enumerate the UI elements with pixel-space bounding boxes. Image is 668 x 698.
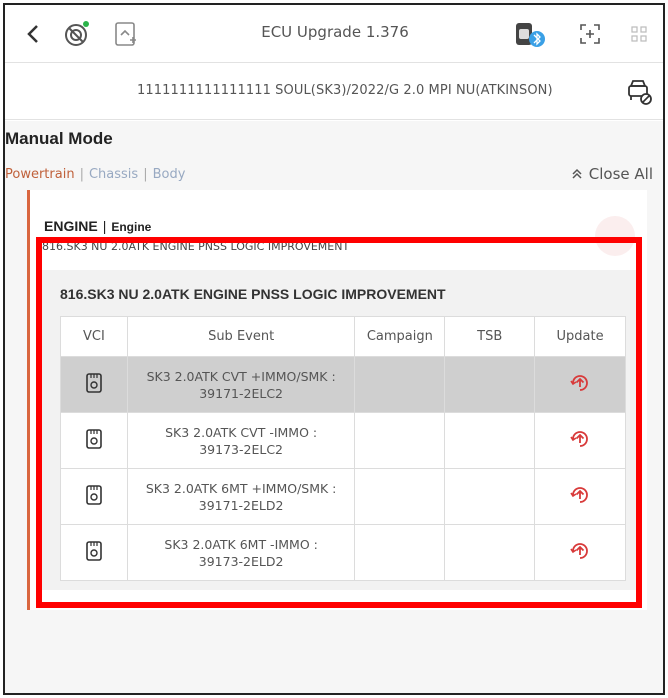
expand-collapse-button[interactable] — [595, 216, 635, 256]
table-row[interactable]: SK3 2.0ATK 6MT -IMMO :39173-2ELD2 — [60, 524, 626, 581]
event-title: 816.SK3 NU 2.0ATK ENGINE PNSS LOGIC IMPR… — [60, 286, 446, 302]
upload-icon — [570, 542, 588, 559]
campaign-cell — [354, 412, 446, 469]
vci-device-icon — [60, 524, 128, 581]
sub-event-cell: SK3 2.0ATK CVT -IMMO :39173-2ELC2 — [126, 412, 356, 469]
upload-icon — [570, 374, 588, 391]
sub-event-cell: SK3 2.0ATK 6MT +IMMO/SMK :39171-2ELD2 — [126, 468, 356, 525]
tab-chassis[interactable]: Chassis — [89, 167, 138, 182]
page-title: Manual Mode — [5, 129, 113, 148]
sub-event-code: 39173-2ELC2 — [199, 441, 284, 457]
tab-body[interactable]: Body — [153, 167, 186, 182]
close-all-button[interactable]: Close All — [571, 165, 653, 183]
table-row[interactable]: SK3 2.0ATK CVT +IMMO/SMK :39171-2ELC2 — [60, 356, 626, 413]
tab-powertrain[interactable]: Powertrain — [5, 167, 75, 182]
category-tabs: Powertrain | Chassis | Body — [5, 167, 185, 182]
double-chevron-up-icon — [572, 168, 582, 179]
column-header-update: Update — [534, 316, 626, 357]
top-bar: ECU Upgrade 1.376 — [5, 5, 663, 63]
app-title: ECU Upgrade 1.376 — [261, 23, 409, 41]
screen-capture-icon[interactable] — [111, 19, 141, 49]
column-header-tsb: TSB — [444, 316, 536, 357]
tsb-cell — [444, 524, 536, 581]
update-button[interactable] — [534, 412, 626, 469]
tsb-cell — [444, 412, 536, 469]
sub-event-code: 39171-2ELC2 — [199, 385, 284, 401]
vci-bluetooth-icon[interactable] — [512, 19, 548, 49]
column-header-campaign: Campaign — [354, 316, 446, 357]
vci-connection-icon[interactable] — [59, 19, 93, 49]
event-detail-panel: 816.SK3 NU 2.0ATK ENGINE PNSS LOGIC IMPR… — [42, 270, 638, 590]
sub-event-code: 39171-2ELD2 — [198, 497, 284, 513]
upload-icon — [570, 430, 588, 447]
system-separator: | — [102, 218, 107, 234]
vci-device-icon — [60, 468, 128, 525]
tab-separator: | — [79, 167, 84, 182]
column-header-vci: VCI — [60, 316, 128, 357]
system-sub-name: Engine — [111, 220, 152, 234]
system-header: ENGINE | Engine — [44, 218, 151, 234]
vehicle-info-bar: 1111111111111111 SOUL(SK3)/2022/G 2.0 MP… — [5, 64, 663, 120]
fullscreen-icon[interactable] — [575, 19, 605, 49]
sub-event-text: SK3 2.0ATK CVT +IMMO/SMK : — [146, 368, 336, 384]
sub-event-cell: SK3 2.0ATK 6MT -IMMO :39173-2ELD2 — [126, 524, 356, 581]
campaign-cell — [354, 524, 446, 581]
table-row[interactable]: SK3 2.0ATK 6MT +IMMO/SMK :39171-2ELD2 — [60, 468, 626, 525]
column-header-sub-event: Sub Event — [126, 316, 356, 357]
tab-separator: | — [143, 167, 148, 182]
menu-grid-icon[interactable] — [627, 19, 651, 49]
engine-system-card: ENGINE | Engine 816.SK3 NU 2.0ATK ENGINE P… — [27, 190, 647, 610]
update-button[interactable] — [534, 356, 626, 413]
content-area: Manual Mode Powertrain | Chassis | Body Clos… — [5, 121, 663, 693]
update-button[interactable] — [534, 524, 626, 581]
back-icon[interactable] — [23, 19, 43, 49]
sub-event-cell: SK3 2.0ATK CVT +IMMO/SMK :39171-2ELC2 — [126, 356, 356, 413]
vehicle-info-text: 1111111111111111 SOUL(SK3)/2022/G 2.0 MP… — [137, 83, 553, 98]
update-button[interactable] — [534, 468, 626, 525]
event-summary[interactable]: 816.SK3 NU 2.0ATK ENGINE PNSS LOGIC IMPR… — [42, 240, 349, 253]
vci-device-icon — [60, 356, 128, 413]
close-all-label: Close All — [588, 165, 653, 183]
app-frame: ECU Upgrade 1.376 1111111111111111 SOUL(… — [3, 3, 665, 695]
system-name: ENGINE — [44, 218, 98, 234]
upload-icon — [570, 486, 588, 503]
campaign-cell — [354, 468, 446, 525]
sub-event-code: 39173-2ELD2 — [198, 553, 284, 569]
table-header-row: VCI Sub Event Campaign TSB Update — [60, 316, 626, 357]
vehicle-settings-icon[interactable] — [625, 78, 653, 106]
campaign-cell — [354, 356, 446, 413]
sub-event-text: SK3 2.0ATK 6MT +IMMO/SMK : — [145, 480, 337, 496]
tsb-cell — [444, 356, 536, 413]
table-row[interactable]: SK3 2.0ATK CVT -IMMO :39173-2ELC2 — [60, 412, 626, 469]
sub-event-table: VCI Sub Event Campaign TSB Update SK3 2.… — [60, 316, 626, 581]
vci-device-icon — [60, 412, 128, 469]
sub-event-text: SK3 2.0ATK CVT -IMMO : — [165, 424, 318, 440]
sub-event-text: SK3 2.0ATK 6MT -IMMO : — [164, 536, 318, 552]
tsb-cell — [444, 468, 536, 525]
